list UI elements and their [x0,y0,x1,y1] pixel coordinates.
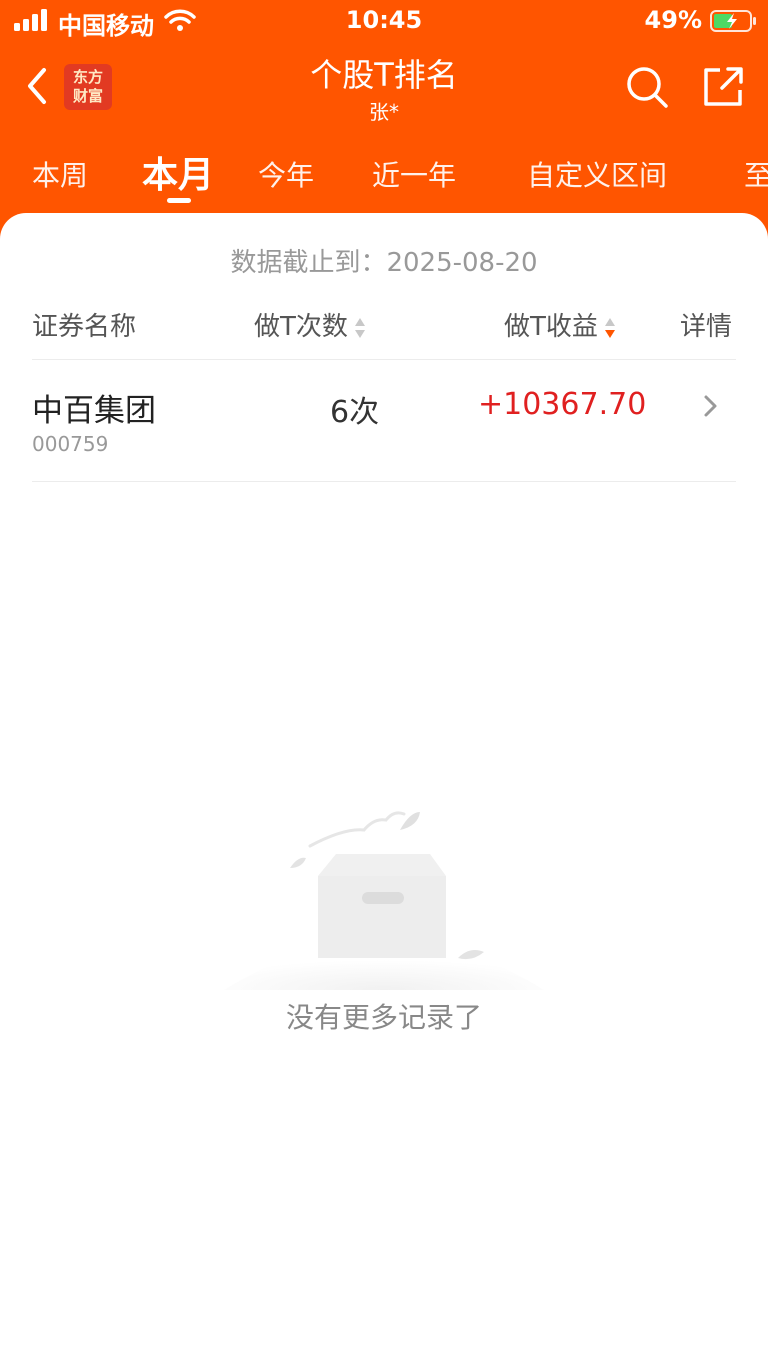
chevron-right-icon[interactable] [700,390,722,422]
trade-profit: +10367.70 [478,387,647,422]
active-tab-indicator [167,198,191,203]
column-header-name-label: 证券名称 [32,312,137,342]
column-header-profit-label: 做T收益 [504,312,598,342]
share-icon[interactable] [700,64,746,110]
tab-last-year[interactable]: 近一年 [372,154,456,194]
empty-state-text: 没有更多记录了 [285,1001,482,1034]
stock-code: 000759 [32,432,109,456]
data-cutoff-date: 数据截止到：2025-08-20 [230,248,538,278]
tab-more[interactable]: 至 [744,154,768,194]
column-header-detail: 详情 [680,306,732,343]
stock-name: 中百集团 [32,393,156,429]
battery-percent: 49% [644,6,702,34]
column-header-count[interactable]: 做T次数 [254,306,366,343]
sort-descending-icon [604,317,615,338]
tab-custom-range[interactable]: 自定义区间 [527,154,667,194]
column-header-profit[interactable]: 做T收益 [504,306,616,343]
row-divider [32,481,736,482]
search-icon[interactable] [624,64,670,110]
tab-month[interactable]: 本月 [142,146,214,198]
header-divider [32,359,736,360]
tab-week[interactable]: 本周 [32,154,88,194]
sort-neutral-icon [354,317,365,338]
battery-icon [710,10,756,32]
column-header-detail-label: 详情 [680,312,733,342]
empty-box-icon [224,811,544,990]
status-bar: 中国移动 10:45 49% [0,0,768,44]
column-header-name: 证券名称 [32,306,136,343]
trade-count: 6次 [330,395,380,430]
tab-year[interactable]: 今年 [258,154,314,194]
column-header-count-label: 做T次数 [254,312,348,342]
